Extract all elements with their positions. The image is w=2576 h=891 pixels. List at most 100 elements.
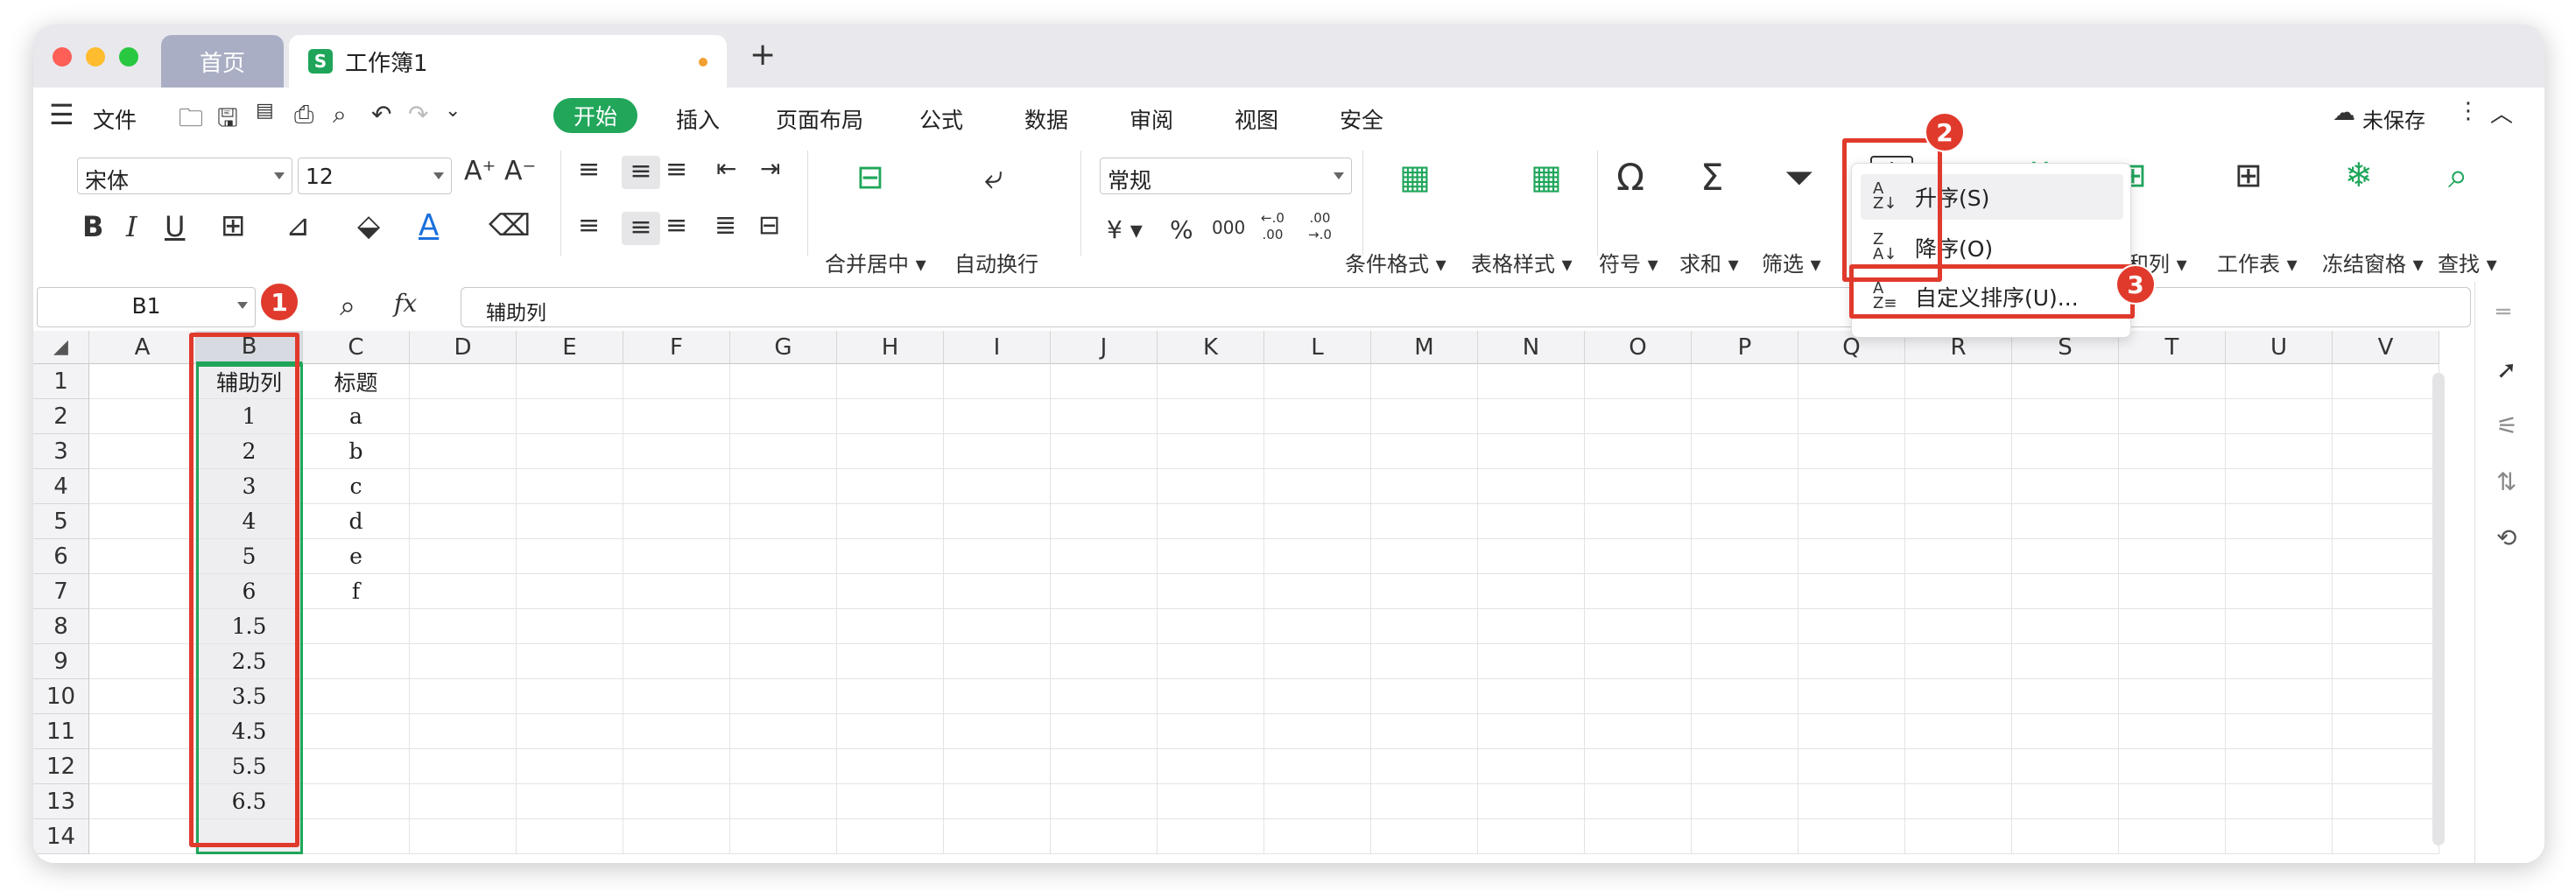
cell-i5[interactable] xyxy=(944,504,1051,539)
cell-o9[interactable] xyxy=(1585,644,1692,679)
wrap-text-icon[interactable]: ⤶ xyxy=(984,158,1003,197)
cell-u13[interactable] xyxy=(2226,784,2333,819)
cell-d11[interactable] xyxy=(410,714,517,749)
column-header-h[interactable]: H xyxy=(837,331,944,364)
cell-t9[interactable] xyxy=(2119,644,2226,679)
distribute-icon[interactable]: ⊟ xyxy=(758,210,780,241)
pdf-icon[interactable]: ▤ xyxy=(256,100,274,122)
cell-j9[interactable] xyxy=(1051,644,1158,679)
cell-g4[interactable] xyxy=(730,469,837,504)
cell-t13[interactable] xyxy=(2119,784,2226,819)
cell-n9[interactable] xyxy=(1478,644,1585,679)
cell-t7[interactable] xyxy=(2119,574,2226,609)
freeze-panes-button[interactable]: 冻结窗格 ▾ xyxy=(2322,247,2424,277)
worksheet-icon[interactable]: ⊞ xyxy=(2235,156,2263,194)
cell-g7[interactable] xyxy=(730,574,837,609)
align-center-icon[interactable]: ≡ xyxy=(622,212,660,245)
cell-i9[interactable] xyxy=(944,644,1051,679)
cell-d2[interactable] xyxy=(410,399,517,434)
cell-m1[interactable] xyxy=(1371,364,1478,399)
cell-k11[interactable] xyxy=(1158,714,1264,749)
cell-v8[interactable] xyxy=(2333,609,2439,644)
cell-c6[interactable]: e xyxy=(303,539,410,574)
cell-r4[interactable] xyxy=(1905,469,2012,504)
cell-u2[interactable] xyxy=(2226,399,2333,434)
cell-s14[interactable] xyxy=(2012,819,2119,854)
vertical-scrollbar[interactable] xyxy=(2432,373,2445,845)
conditional-format-button[interactable]: 条件格式 ▾ xyxy=(1345,247,1446,277)
cell-l10[interactable] xyxy=(1264,679,1371,714)
cell-r12[interactable] xyxy=(1905,749,2012,784)
menu-formula[interactable]: 公式 xyxy=(919,103,963,135)
row-header-5[interactable]: 5 xyxy=(33,504,89,539)
cell-p14[interactable] xyxy=(1692,819,1798,854)
cell-a8[interactable] xyxy=(89,609,196,644)
cell-c11[interactable] xyxy=(303,714,410,749)
cell-e6[interactable] xyxy=(517,539,623,574)
cell-j6[interactable] xyxy=(1051,539,1158,574)
cell-s7[interactable] xyxy=(2012,574,2119,609)
menu-insert[interactable]: 插入 xyxy=(676,103,720,135)
cell-f3[interactable] xyxy=(623,434,730,469)
cell-s3[interactable] xyxy=(2012,434,2119,469)
cell-d9[interactable] xyxy=(410,644,517,679)
cell-f10[interactable] xyxy=(623,679,730,714)
cell-s5[interactable] xyxy=(2012,504,2119,539)
cell-k5[interactable] xyxy=(1158,504,1264,539)
cell-m6[interactable] xyxy=(1371,539,1478,574)
cell-p9[interactable] xyxy=(1692,644,1798,679)
cell-h14[interactable] xyxy=(837,819,944,854)
cell-n2[interactable] xyxy=(1478,399,1585,434)
decrease-decimal-button[interactable]: .00 →.0 xyxy=(1308,210,1332,243)
cell-s2[interactable] xyxy=(2012,399,2119,434)
column-header-o[interactable]: O xyxy=(1585,331,1692,364)
cell-g10[interactable] xyxy=(730,679,837,714)
cell-c10[interactable] xyxy=(303,679,410,714)
cell-a13[interactable] xyxy=(89,784,196,819)
cell-k14[interactable] xyxy=(1158,819,1264,854)
cell-c8[interactable] xyxy=(303,609,410,644)
cell-f11[interactable] xyxy=(623,714,730,749)
cell-c13[interactable] xyxy=(303,784,410,819)
freeze-panes-icon[interactable]: ❄ xyxy=(2345,156,2373,194)
cell-g8[interactable] xyxy=(730,609,837,644)
increase-decimal-button[interactable]: ←.0.00 xyxy=(1261,210,1284,243)
tab-home[interactable]: 首页 xyxy=(161,35,284,88)
cell-l4[interactable] xyxy=(1264,469,1371,504)
align-right-icon[interactable]: ≡ xyxy=(665,210,687,241)
cell-n4[interactable] xyxy=(1478,469,1585,504)
cell-i7[interactable] xyxy=(944,574,1051,609)
eraser-icon[interactable]: ⌫ xyxy=(489,208,531,243)
cell-q14[interactable] xyxy=(1798,819,1905,854)
cell-n14[interactable] xyxy=(1478,819,1585,854)
cell-o13[interactable] xyxy=(1585,784,1692,819)
column-header-k[interactable]: K xyxy=(1158,331,1264,364)
cell-f2[interactable] xyxy=(623,399,730,434)
cell-p4[interactable] xyxy=(1692,469,1798,504)
cell-e14[interactable] xyxy=(517,819,623,854)
cell-d6[interactable] xyxy=(410,539,517,574)
cell-k3[interactable] xyxy=(1158,434,1264,469)
cell-o5[interactable] xyxy=(1585,504,1692,539)
wrap-text-button[interactable]: 自动换行 xyxy=(954,247,1038,277)
cell-q9[interactable] xyxy=(1798,644,1905,679)
cell-l9[interactable] xyxy=(1264,644,1371,679)
cell-p13[interactable] xyxy=(1692,784,1798,819)
filter-button[interactable]: 筛选 ▾ xyxy=(1762,247,1821,277)
cell-f6[interactable] xyxy=(623,539,730,574)
cell-l7[interactable] xyxy=(1264,574,1371,609)
cell-v10[interactable] xyxy=(2333,679,2439,714)
cell-t5[interactable] xyxy=(2119,504,2226,539)
table-style-icon[interactable]: ▦ xyxy=(1531,158,1562,196)
cell-v2[interactable] xyxy=(2333,399,2439,434)
cell-v3[interactable] xyxy=(2333,434,2439,469)
cell-h3[interactable] xyxy=(837,434,944,469)
select-all-corner[interactable]: ◢ xyxy=(33,331,89,364)
cell-d1[interactable] xyxy=(410,364,517,399)
menu-file[interactable]: 文件 xyxy=(93,103,137,135)
cell-m5[interactable] xyxy=(1371,504,1478,539)
cell-r8[interactable] xyxy=(1905,609,2012,644)
cell-h9[interactable] xyxy=(837,644,944,679)
row-header-13[interactable]: 13 xyxy=(33,784,89,819)
cell-v6[interactable] xyxy=(2333,539,2439,574)
